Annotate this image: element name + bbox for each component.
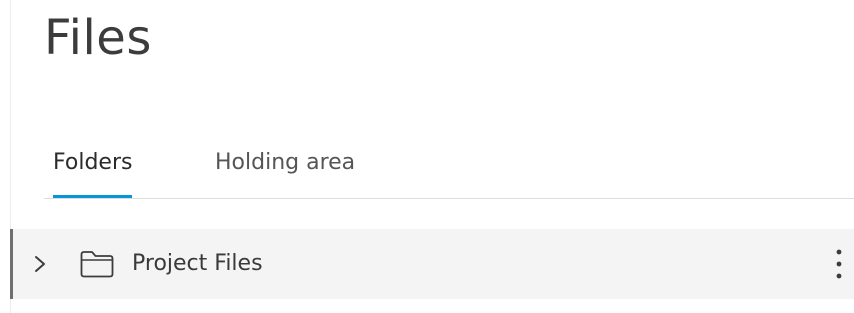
tree-item-label: Project Files xyxy=(132,251,263,276)
more-options-icon[interactable] xyxy=(832,247,846,281)
tab-bar: Folders Holding area xyxy=(44,144,854,199)
folder-icon xyxy=(80,251,114,278)
files-page: Files Folders Holding area Project Files xyxy=(0,0,854,313)
tab-holding-area[interactable]: Holding area xyxy=(215,144,355,198)
chevron-right-icon[interactable] xyxy=(32,255,48,273)
page-title: Files xyxy=(44,10,152,66)
selection-marker xyxy=(10,229,13,299)
tree-item-project-files[interactable]: Project Files xyxy=(10,229,854,299)
tab-folders[interactable]: Folders xyxy=(53,144,133,198)
